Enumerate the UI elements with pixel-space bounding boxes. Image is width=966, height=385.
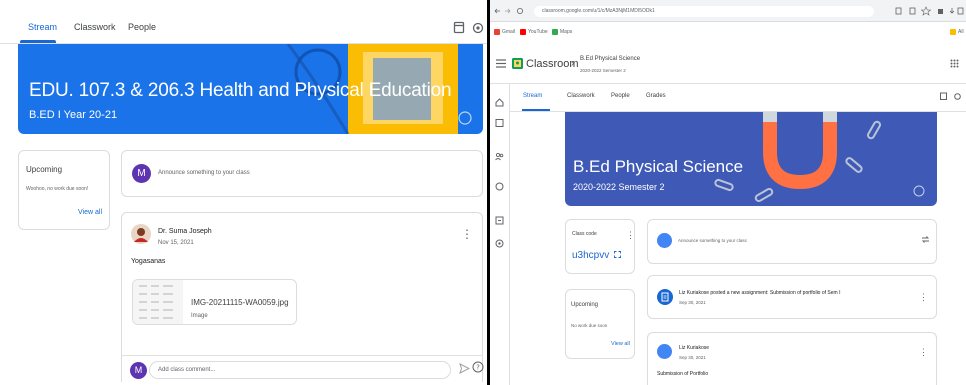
avatar [657, 344, 672, 359]
stream-post-card: Liz Kuriakose Sep 30, 2021 ⋮ Submission … [647, 332, 937, 385]
post-author[interactable]: Dr. Suma Joseph [158, 228, 212, 235]
upcoming-card: Upcoming No work due soon View all [565, 289, 635, 359]
class-code-label: Class code [572, 231, 597, 237]
announce-card[interactable]: Announce something to your class [647, 219, 937, 264]
upcoming-title: Upcoming [26, 165, 63, 174]
left-nav-rail [490, 84, 510, 385]
apps-grid-icon[interactable] [950, 59, 959, 68]
banner-subtitle: 2020-2022 Semester 2 [573, 182, 665, 192]
gmail-icon [494, 29, 500, 35]
bookmark-maps[interactable]: Maps [560, 29, 572, 35]
browser-toolbar-icons[interactable] [894, 6, 964, 16]
send-icon[interactable] [459, 363, 470, 374]
view-all-link[interactable]: View all [611, 341, 630, 347]
bookmark-youtube[interactable]: YouTube [528, 29, 548, 35]
post-body: Yogasanas [131, 258, 166, 265]
settings-icon[interactable] [495, 239, 504, 248]
calendar-icon[interactable] [453, 20, 465, 34]
announce-placeholder: Announce something to your class [678, 238, 747, 243]
url-text: classroom.google.com/u/1/c/MzA3NjM1MDI5O… [542, 8, 655, 14]
attachment-type: Image [191, 313, 208, 319]
people-icon[interactable] [495, 152, 504, 161]
assignment-post-card[interactable]: Liz Kuriakose posted a new assignment: S… [647, 275, 937, 319]
attachment-card[interactable]: IMG-20211115-WA0059.jpg Image [132, 279, 297, 325]
screenshot-root: Stream Classwork People EDU. 107.3 & 206… [0, 0, 966, 385]
classroom-header: Classroom › B.Ed Physical Science 2020-2… [490, 46, 966, 84]
bookmark-all[interactable]: All [958, 29, 964, 35]
avatar: M [130, 362, 147, 379]
menu-icon[interactable] [496, 59, 506, 68]
class-banner: EDU. 107.3 & 206.3 Health and Physical E… [18, 44, 483, 134]
class-code-value[interactable]: u3hcpvv [572, 250, 609, 261]
more-vert-icon[interactable]: ⋮ [919, 347, 928, 357]
assignment-icon [657, 289, 673, 305]
view-all-link[interactable]: View all [78, 209, 102, 216]
avatar: M [132, 164, 151, 183]
breadcrumb-class-title[interactable]: B.Ed Physical Science [580, 56, 640, 62]
comment-placeholder: Add class comment... [158, 367, 216, 373]
attachment-name: IMG-20211115-WA0059.jpg [191, 298, 289, 307]
post-author[interactable]: Liz Kuriakose [679, 345, 709, 351]
active-tab-indicator [20, 40, 56, 43]
maps-icon [552, 29, 558, 35]
breadcrumb-class-subtitle: 2020-2022 Semester 2 [580, 68, 626, 73]
announce-card[interactable]: M Announce something to your class [121, 150, 483, 197]
fullscreen-icon[interactable] [614, 251, 621, 258]
tab-grades[interactable]: Grades [646, 93, 666, 99]
tab-stream[interactable]: Stream [523, 93, 542, 99]
calendar-icon[interactable] [495, 118, 504, 127]
tab-people[interactable]: People [128, 22, 156, 32]
upcoming-title: Upcoming [571, 302, 599, 308]
browser-address-bar: classroom.google.com/u/1/c/MzA3NjM1MDI5O… [490, 0, 966, 22]
banner-title: EDU. 107.3 & 206.3 Health and Physical E… [29, 80, 452, 101]
comment-bar: M Add class comment... ? [121, 355, 484, 385]
banner-subtitle: B.ED I Year 20-21 [29, 109, 118, 121]
upcoming-card: Upcoming Woohoo, no work due soon! View … [18, 150, 110, 230]
tab-classwork[interactable]: Classwork [74, 22, 116, 32]
repost-icon[interactable] [921, 235, 930, 244]
class-banner: B.Ed Physical Science 2020-2022 Semester… [565, 112, 937, 206]
tab-classwork[interactable]: Classwork [567, 93, 595, 99]
tab-people[interactable]: People [611, 93, 630, 99]
assignment-post-text: Liz Kuriakose posted a new assignment: S… [679, 290, 841, 296]
url-field[interactable]: classroom.google.com/u/1/c/MzA3NjM1MDI5O… [534, 6, 874, 17]
youtube-icon [520, 29, 526, 35]
more-vert-icon[interactable]: ⋮ [461, 228, 473, 240]
post-date: Sep 30, 2021 [679, 355, 706, 360]
drive-folder-icon[interactable] [954, 92, 961, 100]
author-photo [131, 224, 151, 244]
left-classroom-panel: Stream Classwork People EDU. 107.3 & 206… [0, 0, 487, 385]
banner-title: B.Ed Physical Science [573, 157, 744, 176]
avatar [657, 233, 672, 248]
drive-folder-icon[interactable] [472, 20, 484, 34]
post-body: Submission of Portfolio [657, 371, 709, 377]
class-code-card: Class code ⋮ u3hcpvv [565, 219, 635, 274]
post-date: Nov 15, 2021 [158, 240, 194, 246]
bookmarks-bar: Gmail YouTube Maps All [490, 26, 966, 40]
right-tab-bar: Stream Classwork People Grades [510, 84, 966, 112]
browser-nav-icons[interactable] [494, 7, 530, 15]
calendar-icon[interactable] [940, 92, 947, 100]
bookmark-gmail[interactable]: Gmail [502, 29, 515, 35]
comment-input[interactable]: Add class comment... [149, 361, 451, 379]
more-vert-icon[interactable]: ⋮ [626, 230, 635, 240]
more-vert-icon[interactable]: ⋮ [919, 292, 928, 302]
left-tab-bar: Stream Classwork People [0, 0, 487, 44]
active-tab-indicator [522, 109, 550, 111]
image-thumbnail-icon [133, 280, 183, 324]
school-icon[interactable] [495, 182, 504, 191]
right-classroom-panel: classroom.google.com/u/1/c/MzA3NjM1MDI5O… [490, 0, 966, 385]
svg-text:?: ? [476, 364, 480, 372]
home-icon[interactable] [495, 98, 504, 107]
tab-stream[interactable]: Stream [28, 22, 57, 32]
classroom-logo-icon[interactable] [512, 58, 523, 69]
upcoming-text: Woohoo, no work due soon! [26, 186, 89, 192]
announce-placeholder: Announce something to your class [158, 170, 250, 176]
post-date: Sep 30, 2021 [679, 300, 706, 305]
breadcrumb-separator-icon: › [571, 58, 575, 69]
help-icon[interactable]: ? [472, 361, 484, 373]
bookmark-folder-icon [950, 29, 956, 35]
archive-icon[interactable] [495, 216, 504, 225]
upcoming-text: No work due soon [571, 323, 608, 328]
